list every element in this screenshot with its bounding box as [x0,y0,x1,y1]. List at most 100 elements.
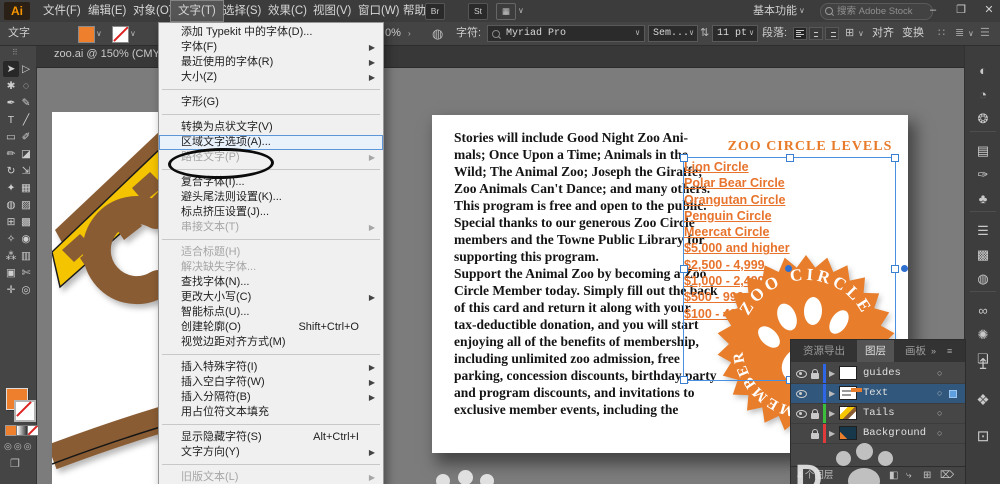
symbols-panel-icon[interactable]: ♣ [965,191,1000,206]
selection-handle[interactable] [680,265,688,273]
layer-name[interactable]: Background [863,424,926,443]
type-tool[interactable]: T [3,112,19,128]
layer-name[interactable]: guides [863,364,901,383]
layers-panel-icon[interactable]: ❖ [965,391,1000,409]
make-clip-mask-button[interactable]: ◧ [889,467,898,484]
menu-item[interactable]: 文字方向(Y) ▶ [159,445,383,460]
selection-handle[interactable] [680,154,688,162]
chevron-down-icon[interactable]: ∨ [799,0,805,22]
adobe-stock-search-input[interactable]: 搜索 Adobe Stock [820,3,933,20]
expand-arrow-icon[interactable]: ▶ [829,384,835,403]
eraser-tool[interactable]: ◪ [18,146,34,162]
menu-item[interactable]: 字体(F) ▶ [159,40,383,55]
zoo-circle-level-link[interactable]: Lion Circle [684,159,790,175]
hand-tool[interactable]: ✛ [3,282,19,298]
selection-handle[interactable] [891,154,899,162]
menu-item[interactable]: 创建轮廓(O) Shift+Ctrl+O [159,320,383,335]
gradient-tool[interactable]: ▩ [18,214,34,230]
chevron-down-icon[interactable]: ∨ [635,22,640,45]
shape-builder-tool[interactable]: ◍ [3,197,19,213]
layer-row[interactable]: ▶ Background ○ [791,424,965,444]
lock-icon[interactable] [811,409,819,419]
menu-item[interactable]: 最近使用的字体(R) ▶ [159,55,383,70]
stack-options-icon[interactable]: ≣ [955,22,964,45]
brushes-panel-icon[interactable]: ✑ [965,167,1000,183]
swatches-panel-icon[interactable]: ▤ [965,143,1000,159]
lock-icon[interactable] [811,429,819,439]
color-guide-panel-icon[interactable]: ◔ [965,87,1000,102]
global-edit-panel-icon[interactable]: ❂ [965,111,1000,127]
perspective-grid-tool[interactable]: ▨ [18,197,34,213]
selection-handle[interactable] [680,376,688,384]
layer-thumbnail[interactable] [839,386,857,400]
menu-item[interactable]: 更改大小写(C) ▶ [159,290,383,305]
chevron-down-icon[interactable]: ∨ [749,22,754,45]
chevron-down-icon[interactable]: ∨ [518,0,524,22]
lock-icon[interactable] [811,369,819,379]
color-panel-icon[interactable]: ◐ [965,63,1000,78]
zoo-circle-level-link[interactable]: Orangutan Circle [684,192,790,208]
bridge-icon[interactable]: Br [425,3,445,20]
new-layer-button[interactable]: ⊞ [923,467,931,484]
layer-row[interactable]: ▶ Tails ○ [791,404,965,424]
zoom-tool[interactable]: ◎ [18,282,34,298]
target-circle-icon[interactable]: ○ [937,404,942,423]
zoo-circle-level-link[interactable]: Penguin Circle [684,208,790,224]
selection-tool[interactable]: ➤ [3,61,19,77]
chevron-down-icon[interactable]: ∨ [130,22,136,45]
zoo-circle-level-link[interactable]: Polar Bear Circle [684,175,790,191]
transparency-panel-icon[interactable]: ◍ [965,271,1000,287]
line-segment-tool[interactable]: ╱ [18,112,34,128]
layer-thumbnail[interactable] [839,406,857,420]
menu-item[interactable]: 插入特殊字符(I) ▶ [159,360,383,375]
layer-row[interactable]: ▶ guides ○ [791,364,965,384]
menu-item[interactable]: 区域文字选项(A)... [159,135,383,150]
expand-arrow-icon[interactable]: ▶ [829,404,835,423]
align-center-button[interactable] [809,27,823,40]
paintbrush-tool[interactable]: ✐ [18,129,34,145]
document-tab[interactable]: zoo.ai @ 150% (CMYK [54,48,167,60]
panel-menu-icon[interactable]: ≡ [947,340,952,362]
stepper-icon[interactable]: ⇅ [700,22,709,45]
column-graph-tool[interactable]: ▥ [18,248,34,264]
arrange-documents-icon[interactable]: ▦ [496,3,516,20]
menu-item[interactable]: 避头尾法则设置(K)... [159,190,383,205]
menu-item[interactable]: 插入空白字符(W) ▶ [159,375,383,390]
layers-panel-tab[interactable]: 资源导出 [795,340,853,362]
layer-thumbnail[interactable] [839,426,857,440]
close-button[interactable]: ✕ [976,0,1000,20]
stroke-panel-icon[interactable]: ☰ [965,223,1000,239]
menu-item[interactable]: 视觉边距对齐方式(M) [159,335,383,350]
panel-grip-icon[interactable]: ⠿ [12,48,18,57]
none-mode-button[interactable] [27,425,39,436]
visibility-eye-icon[interactable] [796,370,807,378]
layer-row[interactable]: ▶ Text ○ [791,384,965,404]
illustrator-logo-icon[interactable]: Ai [4,2,30,20]
menu-item[interactable]: 用占位符文本填充 [159,405,383,420]
stroke-swatch[interactable] [14,400,36,422]
visibility-eye-icon[interactable] [796,410,807,418]
stock-icon[interactable]: St [468,3,488,20]
width-tool[interactable]: ✦ [3,180,19,196]
shaper-tool[interactable]: ✏ [3,146,19,162]
gradient-panel-icon[interactable]: ▩ [965,247,1000,263]
chevron-down-icon[interactable]: ∨ [689,22,694,45]
menu-item[interactable]: 标点挤压设置(J)... [159,205,383,220]
chevron-down-icon[interactable]: ∨ [96,22,102,45]
symbol-sprayer-tool[interactable]: ⁂ [3,248,19,264]
mesh-tool[interactable]: ⊞ [3,214,19,230]
chevron-right-icon[interactable]: › [408,22,411,45]
transform-panel-button[interactable]: 变换 [902,22,924,45]
artboard-tool[interactable]: ▣ [3,265,19,281]
screen-mode-icon[interactable]: ❐ [10,457,20,470]
font-size-input[interactable]: 11 pt ∨ [712,25,758,42]
minimize-button[interactable]: – [920,0,946,20]
panel-overflow-icon[interactable]: » [931,340,936,362]
selection-center-point[interactable] [785,264,792,272]
target-circle-icon[interactable]: ○ [937,364,942,383]
selection-handle[interactable] [785,154,794,162]
expand-arrow-icon[interactable]: ▶ [829,364,835,383]
document-setup-icon[interactable]: ◍ [432,22,443,45]
lasso-tool[interactable]: ◌ [18,78,34,94]
menu-item[interactable]: 查找字体(N)... [159,275,383,290]
